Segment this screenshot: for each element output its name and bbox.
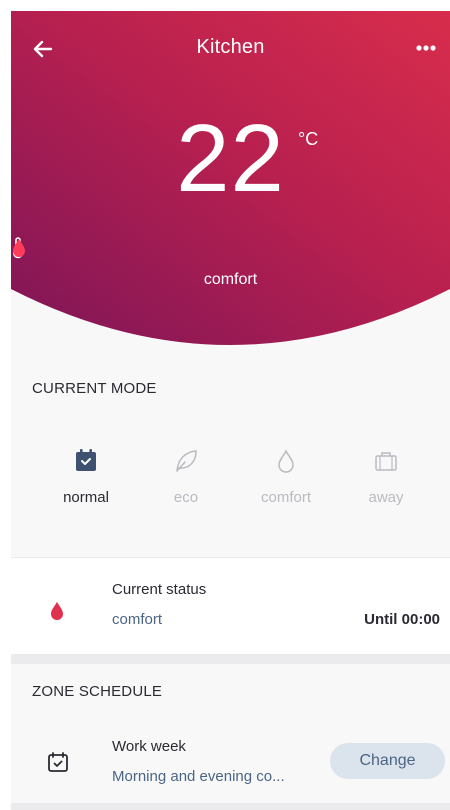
temperature-unit: °C <box>298 129 319 149</box>
more-options-button[interactable] <box>409 35 441 59</box>
status-until: Until 00:00 <box>364 611 440 628</box>
mode-label: comfort <box>260 489 311 506</box>
mode-option-normal[interactable]: normal <box>36 441 136 521</box>
temperature-value: 22 <box>176 105 285 212</box>
zone-schedule-heading: ZONE SCHEDULE <box>32 683 163 700</box>
schedule-title: Work week <box>112 738 186 755</box>
hero-mode-label: comfort <box>203 271 258 288</box>
schedule-subtitle: Morning and evening co... <box>112 768 285 785</box>
change-schedule-button[interactable]: Change <box>330 743 445 779</box>
flame-icon <box>49 600 65 627</box>
leaf-icon <box>176 450 197 472</box>
mode-option-eco[interactable]: eco <box>136 441 236 521</box>
bottom-separator <box>11 803 450 810</box>
mode-label: normal <box>63 489 109 506</box>
suitcase-icon <box>375 452 397 471</box>
current-status-row: Current status comfort Until 00:00 <box>11 558 450 654</box>
hero-status-icons <box>11 237 450 259</box>
top-bar: Kitchen <box>11 11 450 81</box>
mode-option-comfort[interactable]: comfort <box>236 441 336 521</box>
app-screen: Kitchen 22 °C comfort CURRENT MODE norma… <box>11 11 450 810</box>
status-value: comfort <box>112 611 163 628</box>
mode-selector: normal eco comfort away <box>11 441 450 521</box>
page-title: Kitchen <box>196 36 265 58</box>
temperature-display: 22 °C <box>11 111 450 207</box>
section-separator <box>11 654 450 664</box>
status-title: Current status <box>112 581 207 598</box>
current-mode-heading: CURRENT MODE <box>32 380 157 397</box>
zone-schedule-row: Work week Morning and evening co... Chan… <box>11 727 450 797</box>
mode-label: eco <box>173 489 199 506</box>
mode-option-away[interactable]: away <box>336 441 436 521</box>
more-horizontal-icon <box>416 45 436 51</box>
calendar-icon <box>76 449 96 471</box>
mode-label: away <box>368 489 404 506</box>
flame-outline-icon <box>278 449 294 473</box>
calendar-icon <box>47 751 69 778</box>
thermostat-hero: Kitchen 22 °C comfort <box>11 11 450 356</box>
